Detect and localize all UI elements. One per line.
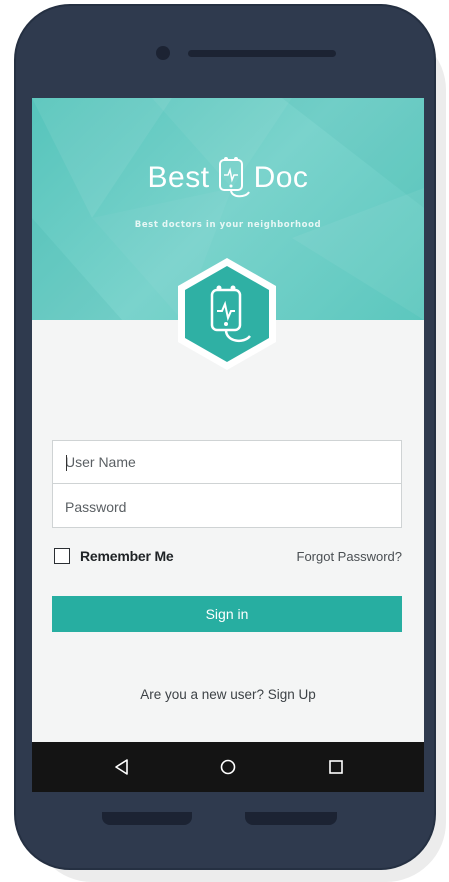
recents-icon[interactable] [326, 757, 346, 777]
brand-name-left: Best [147, 161, 210, 194]
password-input[interactable] [53, 485, 401, 528]
app-logo-badge [178, 258, 276, 370]
credentials-form [52, 440, 402, 528]
brand-name-right: Doc [253, 161, 309, 194]
sign-in-button[interactable]: Sign in [52, 596, 402, 632]
earpiece-speaker [188, 50, 336, 57]
mockup-stage: Best Doc Best doctors in your neighborho… [0, 0, 449, 882]
hardware-button-right [245, 812, 337, 825]
brand-logo: Best Doc [32, 156, 424, 200]
text-cursor [66, 455, 67, 471]
remember-me-checkbox[interactable]: Remember Me [54, 548, 174, 564]
forgot-password-link[interactable]: Forgot Password? [297, 549, 403, 564]
username-input[interactable] [53, 441, 401, 484]
hardware-button-left [102, 812, 192, 825]
home-icon[interactable] [218, 757, 238, 777]
tagline: Best doctors in your neighborhood [134, 220, 322, 230]
android-nav-bar [32, 742, 424, 792]
stethoscope-phone-icon [214, 156, 250, 200]
remember-me-label: Remember Me [80, 548, 174, 564]
sign-up-link[interactable]: Are you a new user? Sign Up [32, 687, 424, 702]
app-screen: Best Doc Best doctors in your neighborho… [32, 98, 424, 792]
back-icon[interactable] [112, 757, 132, 777]
checkbox-icon[interactable] [54, 548, 70, 564]
front-camera [156, 46, 170, 60]
